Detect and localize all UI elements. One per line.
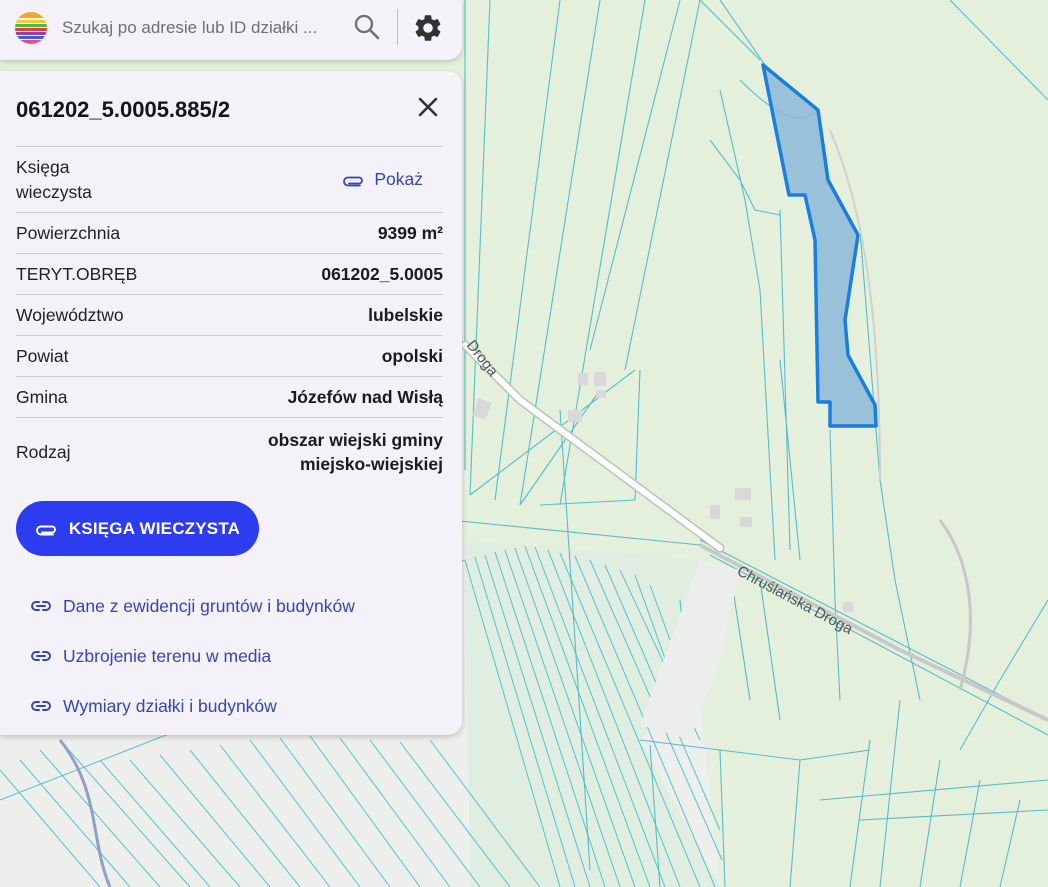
row-value: opolski (381, 345, 443, 366)
row-label: Księga wieczysta (16, 156, 92, 202)
show-link-label: Pokaż (374, 169, 423, 189)
show-kw-link[interactable]: Pokaż (343, 169, 423, 190)
row-teryt-obreb: TERYT.OBRĘB 061202_5.0005 (16, 253, 443, 294)
row-label: TERYT.OBRĘB (16, 263, 138, 284)
parcel-id-title: 061202_5.0005.885/2 (16, 97, 231, 122)
kw-button-label: KSIĘGA WIECZYSTA (68, 518, 241, 538)
parcel-attributes: Księga wieczysta Pokaż Powierzchnia 9399… (16, 146, 443, 486)
search-input[interactable] (62, 14, 342, 42)
row-value: Józefów nad Wisłą (287, 386, 443, 407)
row-label: Województwo (16, 304, 124, 325)
row-wojewodztwo: Województwo lubelskie (16, 294, 443, 335)
link-label: Dane z ewidencji gruntów i budynków (63, 595, 355, 616)
row-powiat: Powiat opolski (16, 335, 443, 376)
row-ksiega-wieczysta: Księga wieczysta Pokaż (16, 146, 443, 212)
search-icon[interactable] (352, 12, 382, 42)
link-icon (31, 701, 51, 711)
link-label: Wymiary działki i budynków (63, 695, 277, 716)
row-value: 9399 m² (377, 222, 443, 243)
search-bar (0, 0, 462, 60)
gear-icon[interactable] (412, 12, 444, 44)
link-wymiary[interactable]: Wymiary działki i budynków (31, 681, 355, 731)
row-value: 061202_5.0005 (321, 263, 443, 284)
parcel-info-panel: 061202_5.0005.885/2 Księga wieczysta Pok… (0, 71, 462, 735)
link-icon (31, 601, 51, 611)
link-ewidencja[interactable]: Dane z ewidencji gruntów i budynków (31, 581, 355, 631)
row-label: Powiat (16, 345, 69, 366)
search-divider (397, 9, 398, 45)
close-icon[interactable] (414, 93, 442, 121)
row-label: Powierzchnia (16, 222, 121, 243)
link-label: Uzbrojenie terenu w media (63, 645, 272, 666)
row-label: Rodzaj (16, 441, 71, 462)
paperclip-icon (343, 176, 364, 186)
row-label: Gmina (16, 386, 68, 407)
row-gmina: Gmina Józefów nad Wisłą (16, 376, 443, 417)
row-value: obszar wiejski gminy miejsko-wiejskiej (267, 430, 443, 474)
paperclip-icon (35, 525, 56, 535)
action-links: Dane z ewidencji gruntów i budynków Uzbr… (31, 581, 355, 731)
link-icon (31, 651, 51, 661)
row-powierzchnia: Powierzchnia 9399 m² (16, 212, 443, 253)
row-value: lubelskie (368, 304, 443, 325)
ksiega-wieczysta-button[interactable]: KSIĘGA WIECZYSTA (16, 501, 259, 556)
link-uzbrojenie[interactable]: Uzbrojenie terenu w media (31, 631, 355, 681)
rainbow-stripes-logo[interactable] (14, 11, 48, 45)
row-rodzaj: Rodzaj obszar wiejski gminy miejsko-wiej… (16, 417, 443, 486)
